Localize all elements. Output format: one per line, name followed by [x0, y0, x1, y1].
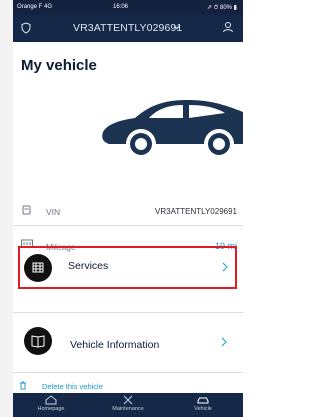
vin-label: VIN — [46, 207, 61, 217]
nav-maintenance[interactable]: Maintenance — [98, 395, 158, 415]
vehicle-information-label: Vehicle Information — [70, 339, 160, 351]
user-icon[interactable] — [222, 21, 234, 33]
home-icon — [45, 395, 57, 405]
car-icon — [197, 397, 209, 404]
left-gutter — [0, 0, 13, 417]
car-illustration — [102, 100, 243, 159]
status-time: 16:06 — [113, 4, 129, 10]
vin-row: VIN VR3ATTENTLY029691 — [21, 204, 237, 220]
nav-vehicle-label: Vehicle — [194, 406, 212, 412]
vin-value: VR3ATTENTLY029691 — [155, 207, 237, 216]
page-title: My vehicle — [21, 57, 97, 74]
nav-vehicle[interactable]: Vehicle — [173, 395, 233, 415]
nav-maintenance-label: Maintenance — [112, 406, 144, 412]
status-bar: Orange F 4G 16:06 ⇗ ⏱ 80% ▮ — [13, 0, 243, 15]
top-bar: VR3ATTENTLY029691 — [13, 15, 243, 42]
nav-homepage-label: Homepage — [37, 406, 65, 412]
vehicle-selector[interactable]: VR3ATTENTLY029691 — [73, 22, 182, 34]
chevron-right-icon — [222, 262, 228, 272]
status-right: ⇗ ⏱ 80% ▮ — [206, 5, 237, 11]
divider — [13, 372, 243, 373]
vehicle-information-item[interactable]: Vehicle Information — [18, 322, 237, 368]
app-screen: Orange F 4G 16:06 ⇗ ⏱ 80% ▮ VR3ATTENTLY0… — [13, 0, 243, 417]
key-icon — [22, 205, 31, 215]
delete-vehicle-link[interactable]: Delete this vehicle — [18, 381, 218, 393]
divider — [13, 312, 243, 313]
delete-vehicle-label: Delete this vehicle — [42, 382, 103, 391]
carrier-text: Orange F 4G — [17, 4, 53, 10]
chevron-right-icon — [221, 337, 227, 347]
services-item[interactable]: Services — [18, 246, 237, 289]
nav-homepage[interactable]: Homepage — [21, 395, 81, 415]
trash-icon — [20, 381, 26, 390]
wrench-icon — [123, 395, 133, 405]
services-icon — [24, 254, 52, 282]
bottom-nav: Homepage Maintenance Vehicle — [13, 393, 243, 417]
chevron-down-icon[interactable] — [173, 23, 181, 31]
shield-icon[interactable] — [21, 22, 31, 34]
services-label: Services — [68, 260, 109, 272]
divider — [13, 225, 243, 226]
book-icon — [24, 327, 52, 355]
